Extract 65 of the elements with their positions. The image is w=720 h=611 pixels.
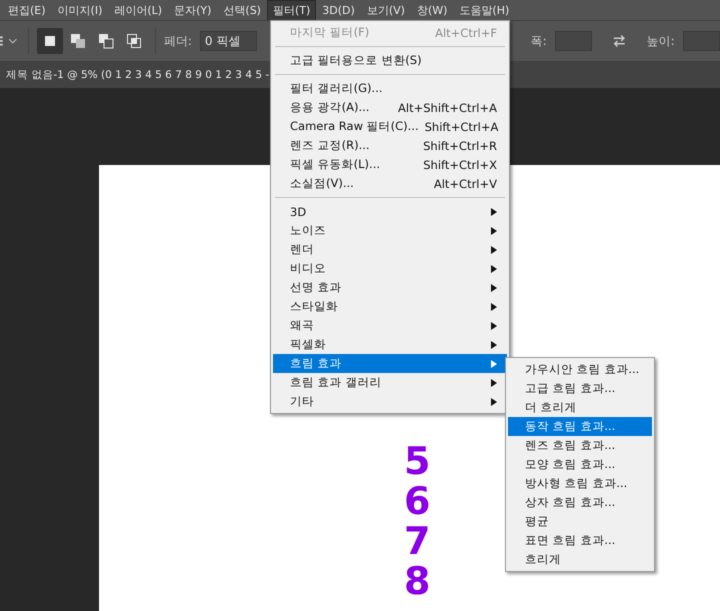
selection-mode-icon [126,33,142,49]
menu-item[interactable]: 흐림 효과 갤러리 [273,373,507,392]
menu-item[interactable]: 고급 흐림 효과... [508,379,652,398]
submenu-arrow-icon [491,246,497,254]
menu-item[interactable]: 소실점(V)... Alt+Ctrl+V [273,174,507,193]
width-field[interactable] [554,31,592,51]
menu-item[interactable]: 편집(E) [2,0,52,20]
menu-item[interactable]: 3D [273,202,507,221]
menu-item[interactable]: 렌즈 교정(R)... Shift+Ctrl+R [273,136,507,155]
height-label: 높이: [646,32,675,50]
menu-item[interactable]: 스타일화 [273,297,507,316]
selection-mode-icon [70,33,86,49]
menu-item[interactable]: 렌즈 흐림 효과... [508,436,652,455]
menu-item[interactable]: 레이어(L) [108,0,168,20]
selection-mode-button[interactable] [36,28,63,54]
submenu-arrow-icon [491,208,497,216]
menu-item[interactable]: 가우시안 흐림 효과... [508,360,652,379]
menu-item[interactable]: 선택(S) [217,0,267,20]
menu-item[interactable]: 응용 광각(A)... Alt+Shift+Ctrl+A [273,98,507,117]
menu-item[interactable]: 기타 [273,392,507,411]
menu-item[interactable]: 선명 효과 [273,278,507,297]
submenu-arrow-icon [491,398,497,406]
menu-item[interactable]: 왜곡 [273,316,507,335]
menu-item[interactable]: 이미지(I) [52,0,108,20]
menu-item[interactable]: 필터(T) [266,0,316,20]
submenu-arrow-icon [491,226,497,234]
menu-item[interactable]: 창(W) [410,0,454,20]
submenu-arrow-icon [491,378,497,386]
menu-item[interactable]: Camera Raw 필터(C)... Shift+Ctrl+A [273,117,507,136]
menu-item[interactable]: 픽셀화 [273,335,507,354]
menu-item[interactable]: 픽셀 유동화(L)... Shift+Ctrl+X [273,155,507,174]
menu-item[interactable]: 노이즈 [273,221,507,240]
submenu-arrow-icon [491,302,497,310]
canvas-digit: 7 [404,521,430,561]
menu-item[interactable]: 흐림 효과 [273,354,507,373]
submenu-arrow-icon [491,264,497,272]
menu-item[interactable]: 평균 [508,512,652,531]
swap-icon[interactable] [612,34,627,48]
menu-item[interactable]: 흐리게 [508,550,652,569]
selection-mode-icon [98,33,114,49]
menu-item[interactable]: 모양 흐림 효과... [508,455,652,474]
menu-item[interactable]: 표면 흐림 효과... [508,531,652,550]
menu-item[interactable]: 고급 필터용으로 변환(S) [273,51,507,70]
height-field[interactable] [682,31,720,51]
menu-item[interactable]: 도움말(H) [453,0,516,20]
width-label: 폭: [530,32,547,50]
menu-item[interactable]: 필터 갤러리(G)... [273,79,507,98]
menu-item[interactable]: 더 흐리게 [508,398,652,417]
menu-item[interactable]: 보기(V) [360,0,411,20]
menu-item[interactable]: 문자(Y) [168,0,218,20]
submenu-arrow-icon [491,284,497,292]
menu-item[interactable]: 비디오 [273,259,507,278]
canvas-digit: 5 [404,441,430,481]
submenu-arrow-icon [491,360,497,368]
submenu-arrow-icon [491,322,497,330]
feather-field[interactable]: 0 픽셀 [200,31,258,51]
canvas-digit: 8 [404,561,430,601]
menu-item[interactable]: 방사형 흐림 효과... [508,474,652,493]
menu-item[interactable]: 상자 흐림 효과... [508,493,652,512]
canvas-digit: 6 [404,481,430,521]
menu-item[interactable]: 3D(D) [316,0,361,20]
menu-item[interactable]: 렌더 [273,240,507,259]
submenu-arrow-icon [491,340,497,348]
feather-label: 페더: [164,32,192,50]
menu-item[interactable]: 동작 흐림 효과... [508,417,652,436]
